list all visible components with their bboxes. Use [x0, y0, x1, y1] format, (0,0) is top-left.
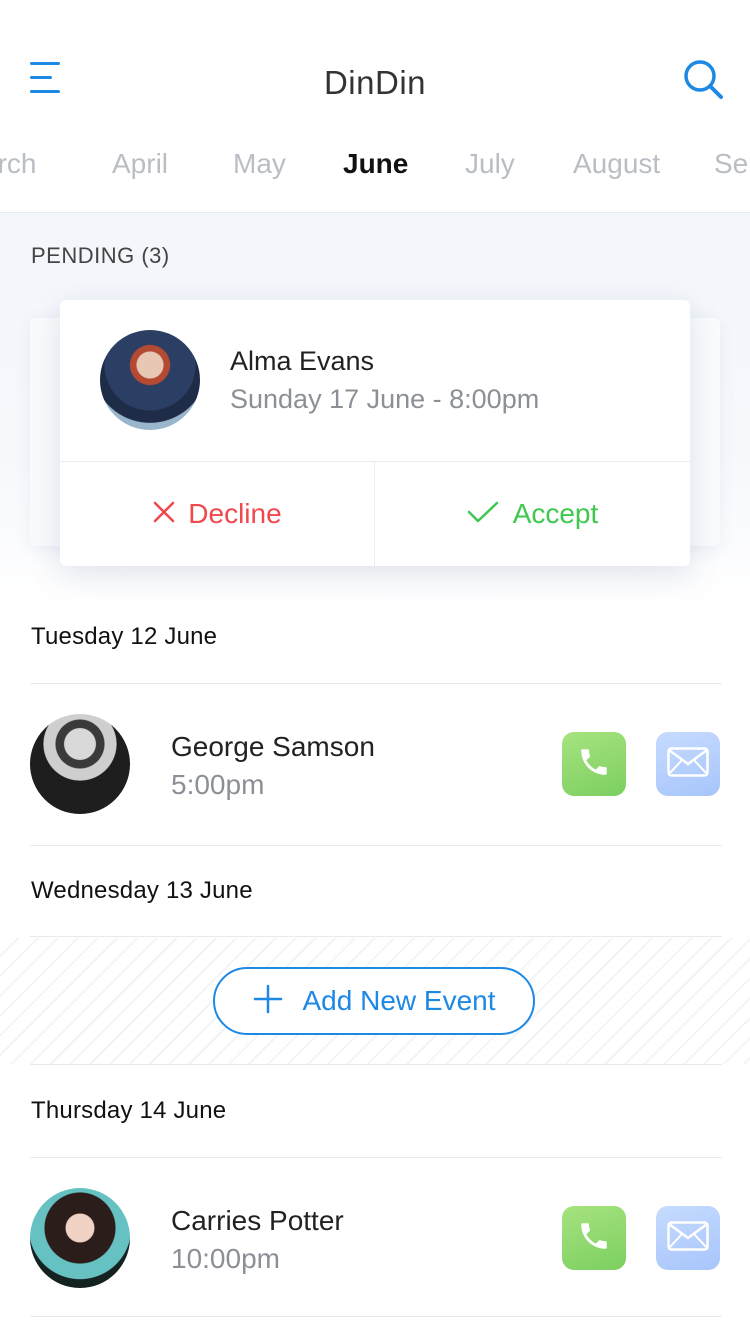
divider — [30, 845, 722, 846]
decline-label: Decline — [188, 498, 282, 529]
pending-label: PENDING (3) — [31, 243, 170, 268]
day-heading: Thursday 14 June — [31, 1097, 227, 1124]
add-new-event-button[interactable]: Add New Event — [213, 967, 535, 1035]
pending-datetime: Sunday 17 June - 8:00pm — [230, 384, 540, 414]
avatar — [30, 714, 130, 814]
app-screen: DinDin arch April May June July August S… — [0, 0, 750, 1334]
accept-button[interactable]: Accept — [375, 462, 690, 566]
tab-may[interactable]: May — [233, 148, 286, 180]
close-icon — [152, 500, 176, 529]
divider — [30, 683, 722, 684]
month-tabs: arch April May June July August Se — [0, 140, 750, 194]
event-contact-name: George Samson — [171, 731, 375, 762]
divider — [30, 1157, 722, 1158]
tab-april[interactable]: April — [112, 148, 168, 180]
app-title: DinDin — [323, 64, 427, 101]
day-heading: Wednesday 13 June — [31, 877, 253, 904]
mail-icon — [667, 746, 709, 782]
mail-icon — [667, 1220, 709, 1256]
event-time: 5:00pm — [171, 769, 265, 800]
plus-icon — [253, 984, 283, 1019]
mail-button[interactable] — [656, 732, 720, 796]
avatar — [100, 330, 200, 430]
tab-june[interactable]: June — [343, 148, 408, 180]
divider — [30, 1316, 722, 1317]
event-contact-name: Carries Potter — [171, 1205, 344, 1236]
tab-september[interactable]: Se — [714, 148, 748, 180]
search-icon[interactable] — [682, 58, 724, 100]
event-time: 10:00pm — [171, 1243, 280, 1274]
call-button[interactable] — [562, 732, 626, 796]
divider — [30, 1064, 722, 1065]
divider — [30, 936, 722, 937]
phone-icon — [577, 745, 611, 784]
day-heading: Tuesday 12 June — [31, 623, 218, 650]
add-new-event-label: Add New Event — [302, 985, 496, 1016]
decline-button[interactable]: Decline — [60, 462, 374, 566]
tab-august[interactable]: August — [573, 148, 660, 180]
pending-contact-name: Alma Evans — [230, 346, 375, 376]
call-button[interactable] — [562, 1206, 626, 1270]
accept-label: Accept — [512, 498, 599, 529]
tab-july[interactable]: July — [465, 148, 515, 180]
phone-icon — [577, 1219, 611, 1258]
pending-invite-card: Alma Evans Sunday 17 June - 8:00pm Decli… — [60, 300, 690, 566]
mail-button[interactable] — [656, 1206, 720, 1270]
avatar — [30, 1188, 130, 1288]
tab-march[interactable]: arch — [0, 148, 36, 180]
app-header: DinDin — [0, 0, 750, 130]
check-icon — [467, 500, 499, 529]
